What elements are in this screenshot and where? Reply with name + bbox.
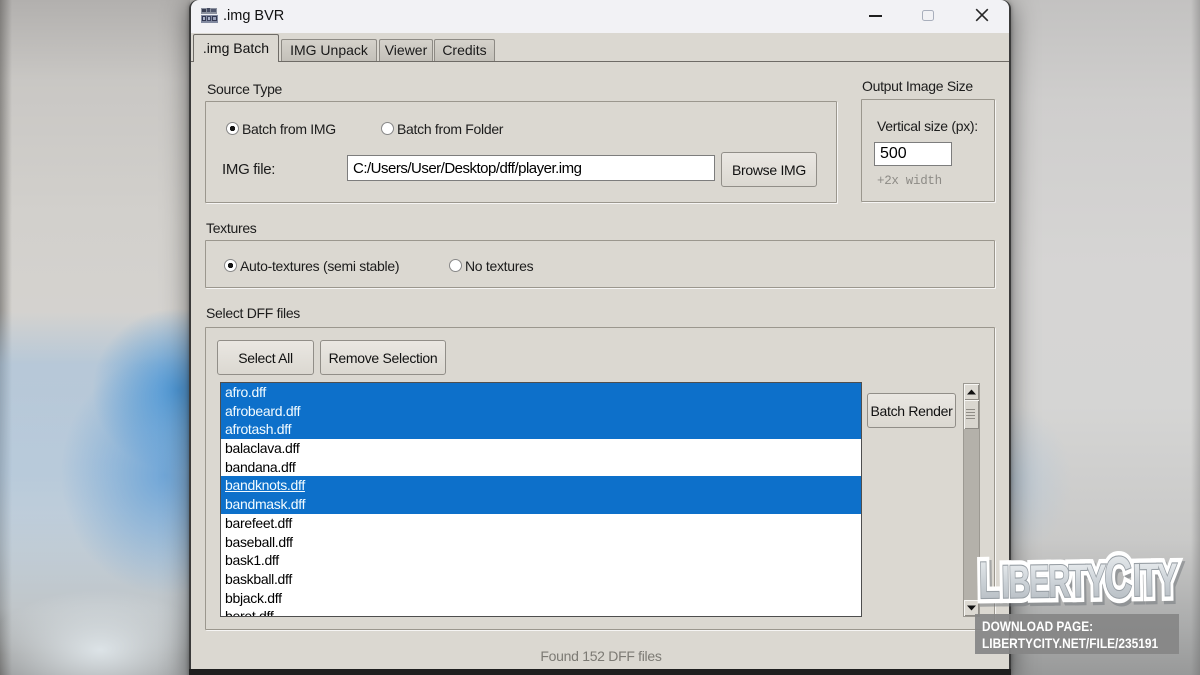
svg-text:L: L	[978, 552, 1000, 608]
svg-text:IBERTY: IBERTY	[1001, 556, 1107, 608]
svg-text:ITY: ITY	[1132, 555, 1177, 606]
svg-text:C: C	[1104, 546, 1133, 608]
